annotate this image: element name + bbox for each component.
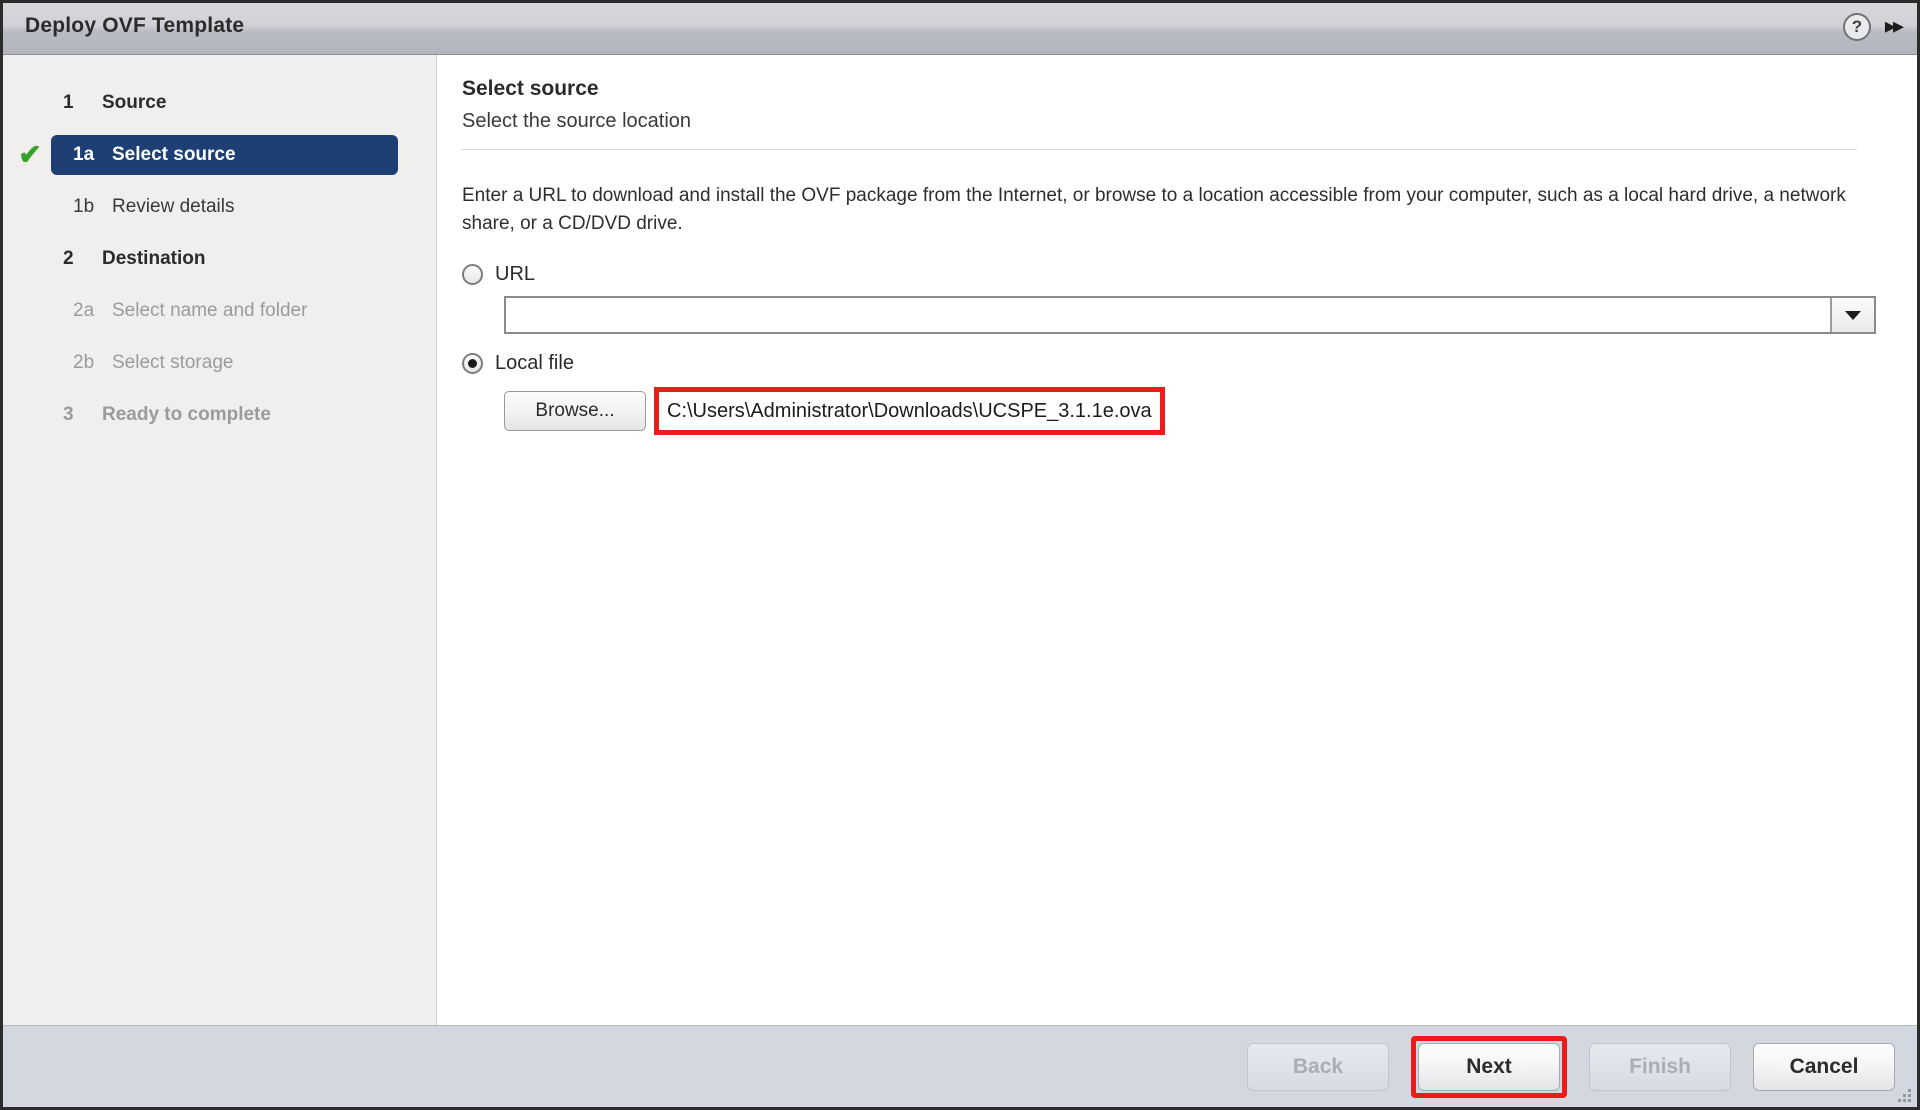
step-label: Select storage [112,352,234,373]
help-icon[interactable]: ? [1842,13,1871,41]
url-option-row[interactable]: URL [462,263,1857,286]
main-content: Select source Select the source location… [438,55,1917,1025]
window-title: Deploy OVF Template [25,14,245,37]
sidebar-item-ready-to-complete: 3 Ready to complete [3,389,436,441]
chevron-down-icon [1845,310,1861,320]
back-button: Back [1247,1042,1389,1091]
sidebar-item-select-name-and-folder: 2a Select name and folder [3,285,436,337]
page-title: Select source [462,77,599,100]
url-radio-button[interactable] [462,264,483,286]
step-label: Destination [102,248,206,269]
local-file-option-row[interactable]: Local file [462,352,1857,375]
browse-button[interactable]: Browse... [504,391,646,432]
next-button[interactable]: Next [1418,1042,1560,1091]
step-number: 1 [63,92,74,113]
next-button-highlight: Next [1411,1035,1567,1098]
sidebar-item-review-details[interactable]: 1b Review details [3,181,436,233]
sidebar-item-destination[interactable]: 2 Destination [3,233,436,285]
url-combobox[interactable] [504,296,1876,335]
resize-grip-icon[interactable] [1897,1088,1911,1102]
url-dropdown-button[interactable] [1830,298,1874,333]
finish-button: Finish [1589,1042,1731,1091]
titlebar-actions: ? ▸▸ [1842,13,1904,41]
step-number: 2b [73,352,95,373]
header-divider [462,149,1857,150]
double-chevron-right-icon[interactable]: ▸▸ [1885,13,1904,41]
step-number: 2a [73,300,95,321]
local-file-row: Browse... C:\Users\Administrator\Downloa… [504,387,1857,436]
step-number: 1b [73,196,95,217]
step-label: Select name and folder [112,300,308,321]
wizard-sidebar: 1 Source ✔ 1a Select source 1b Review de… [3,55,437,1025]
wizard-footer: Back Next Finish Cancel [3,1025,1917,1107]
url-input[interactable] [506,298,1830,333]
step-complete-check-icon: ✔ [18,139,42,170]
local-file-radio-button[interactable] [462,353,483,375]
url-option-label: URL [495,263,536,286]
step-number: 2 [63,248,74,269]
wizard-step-list: 1 Source ✔ 1a Select source 1b Review de… [3,55,436,441]
step-label: Ready to complete [102,404,271,425]
sidebar-item-select-source[interactable]: ✔ 1a Select source [3,129,436,181]
cancel-button[interactable]: Cancel [1753,1042,1895,1091]
step-label: Review details [112,196,235,217]
window-titlebar: Deploy OVF Template ? ▸▸ [3,3,1917,55]
sidebar-item-select-storage: 2b Select storage [3,337,436,389]
step-label: Select source [112,144,236,165]
sidebar-item-source[interactable]: 1 Source [3,77,436,129]
instructions-text: Enter a URL to download and install the … [462,185,1846,234]
selected-file-path-highlight: C:\Users\Administrator\Downloads\UCSPE_3… [654,387,1165,436]
step-number: 1a [73,144,95,165]
local-file-option-label: Local file [495,352,574,375]
step-number: 3 [63,404,74,425]
deploy-ovf-template-window: Deploy OVF Template ? ▸▸ 1 Source ✔ 1a S… [0,0,1920,1110]
page-subtitle: Select the source location [462,110,692,132]
selected-file-path[interactable]: C:\Users\Administrator\Downloads\UCSPE_3… [659,400,1160,423]
step-label: Source [102,92,167,113]
